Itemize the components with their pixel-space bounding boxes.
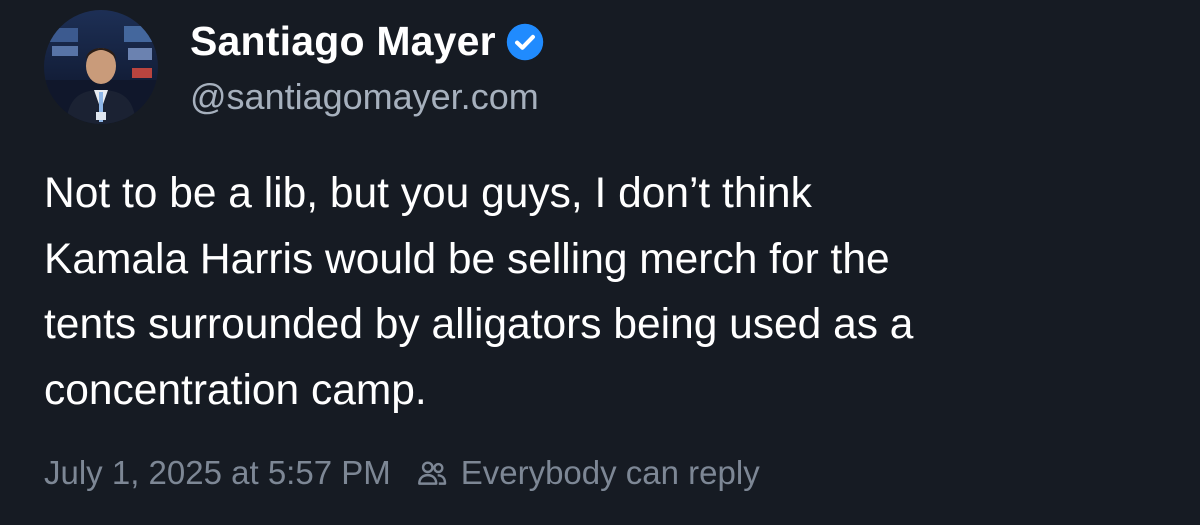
post-timestamp[interactable]: July 1, 2025 at 5:57 PM — [44, 454, 391, 492]
display-name[interactable]: Santiago Mayer — [190, 14, 496, 68]
avatar[interactable] — [44, 10, 158, 124]
people-icon — [417, 461, 446, 485]
user-handle[interactable]: @santiagomayer.com — [190, 74, 539, 120]
verified-badge-icon — [506, 23, 544, 61]
post-meta: July 1, 2025 at 5:57 PM Everybody can re… — [44, 450, 760, 496]
post-text: Not to be a lib, but you guys, I don’t t… — [44, 170, 914, 414]
display-name-row: Santiago Mayer — [190, 14, 544, 68]
reply-setting-label: Everybody can reply — [460, 454, 760, 491]
avatar-photo — [44, 10, 158, 124]
post-card: Santiago Mayer @santiagomayer.com Not to… — [0, 0, 1200, 525]
